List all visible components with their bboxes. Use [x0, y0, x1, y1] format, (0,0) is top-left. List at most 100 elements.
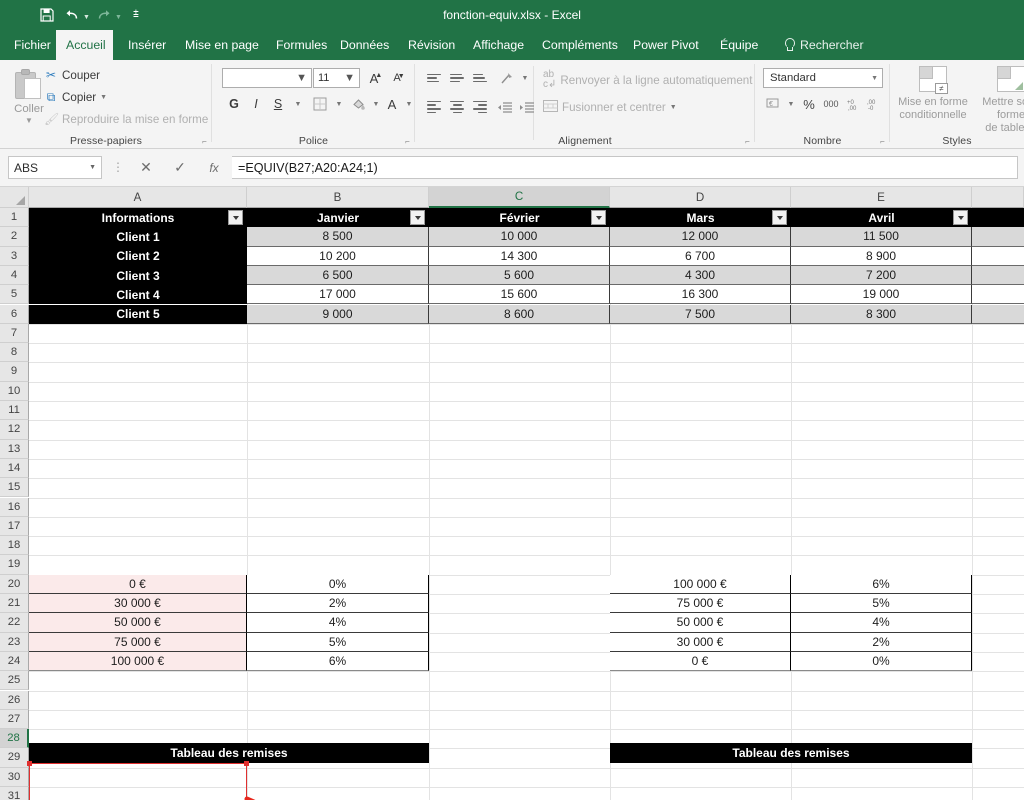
column-header-a[interactable]: A: [29, 187, 247, 208]
cell-F1[interactable]: [972, 208, 1024, 228]
filter-button-mars[interactable]: [772, 210, 787, 225]
column-header-c[interactable]: C: [429, 187, 610, 208]
cell-right-rate-22[interactable]: 4%: [791, 613, 972, 633]
align-left-button[interactable]: [425, 98, 444, 116]
cell-left-amount-20[interactable]: 0 €: [29, 574, 247, 594]
tab-equipe[interactable]: Équipe: [710, 30, 762, 60]
increase-indent-button[interactable]: [517, 98, 537, 118]
chevron-down-icon[interactable]: ▼: [89, 164, 96, 171]
row-header-12[interactable]: 12: [0, 420, 29, 440]
select-all-corner[interactable]: [0, 187, 29, 208]
tab-accueil[interactable]: Accueil: [56, 30, 113, 60]
cell-right-amount-21[interactable]: 75 000 €: [610, 594, 791, 614]
row-header-11[interactable]: 11: [0, 401, 29, 421]
row-header-3[interactable]: 3: [0, 246, 29, 266]
cell-B1[interactable]: Janvier: [247, 208, 429, 228]
font-size-input[interactable]: 11 ▼: [313, 68, 360, 88]
row-header-29[interactable]: 29: [0, 748, 29, 768]
cell-right-amount-20[interactable]: 100 000 €: [610, 574, 791, 594]
cell-D6[interactable]: 7 500: [610, 304, 791, 324]
cell-F4[interactable]: [972, 265, 1024, 286]
cell-E4[interactable]: 7 200: [791, 265, 972, 286]
cell-C1[interactable]: Février: [429, 208, 610, 228]
column-header-e[interactable]: E: [791, 187, 972, 208]
cell-left-amount-24[interactable]: 100 000 €: [29, 651, 247, 672]
row-header-22[interactable]: 22: [0, 613, 29, 633]
tab-fichier[interactable]: Fichier: [4, 30, 52, 60]
cell-D19-title-right[interactable]: Tableau des remises: [610, 743, 972, 763]
undo-dropdown-icon[interactable]: ▼: [83, 9, 90, 21]
range-handle-tr[interactable]: [244, 761, 249, 766]
cell-left-rate-24[interactable]: 6%: [247, 651, 429, 672]
insert-function-button[interactable]: fx: [200, 156, 228, 179]
row-header-10[interactable]: 10: [0, 381, 29, 401]
cell-D5[interactable]: 16 300: [610, 285, 791, 305]
undo-icon[interactable]: [61, 5, 83, 25]
customize-qat-icon[interactable]: ⩲: [125, 5, 147, 25]
cell-E3[interactable]: 8 900: [791, 246, 972, 266]
row-header-8[interactable]: 8: [0, 343, 29, 363]
cell-left-amount-21[interactable]: 30 000 €: [29, 594, 247, 614]
tab-mise-en-page[interactable]: Mise en page: [175, 30, 260, 60]
borders-dropdown-icon[interactable]: ▼: [329, 94, 349, 114]
cell-E2[interactable]: 11 500: [791, 227, 972, 247]
cell-F3[interactable]: [972, 246, 1024, 266]
cell-A6[interactable]: Client 5: [29, 304, 247, 324]
font-name-input[interactable]: ▼: [222, 68, 312, 88]
row-header-25[interactable]: 25: [0, 671, 29, 691]
italic-button[interactable]: I: [246, 94, 266, 114]
cell-C3[interactable]: 14 300: [429, 246, 610, 266]
percent-format-button[interactable]: %: [799, 94, 819, 114]
row-header-16[interactable]: 16: [0, 497, 29, 517]
row-header-18[interactable]: 18: [0, 536, 29, 556]
cell-B3[interactable]: 10 200: [247, 246, 429, 266]
orientation-button[interactable]: [497, 68, 517, 88]
row-header-26[interactable]: 26: [0, 690, 29, 710]
spreadsheet-grid[interactable]: A B C D E 1 2 3 4 5 6 7 8 9 10 11 12 13 14 15 16 17 18 19 2…: [0, 187, 1024, 800]
align-right-button[interactable]: [471, 98, 490, 116]
tab-formules[interactable]: Formules: [266, 30, 327, 60]
row-header-15[interactable]: 15: [0, 478, 29, 498]
row-header-21[interactable]: 21: [0, 594, 29, 614]
cell-A2[interactable]: Client 1: [29, 227, 247, 247]
cell-right-amount-23[interactable]: 30 000 €: [610, 632, 791, 652]
merge-center-button[interactable]: Fusionner et centrer ▼: [543, 100, 677, 115]
orientation-dropdown-icon[interactable]: ▼: [515, 68, 535, 88]
column-header-b[interactable]: B: [247, 187, 429, 208]
cell-C5[interactable]: 15 600: [429, 285, 610, 305]
cell-F2[interactable]: [972, 227, 1024, 247]
cell-left-rate-20[interactable]: 0%: [247, 574, 429, 594]
cell-D2[interactable]: 12 000: [610, 227, 791, 247]
tab-complements[interactable]: Compléments: [532, 30, 618, 60]
row-header-4[interactable]: 4: [0, 265, 29, 286]
underline-dropdown-icon[interactable]: ▼: [288, 94, 308, 114]
tab-power-pivot[interactable]: Power Pivot: [623, 30, 699, 60]
bold-button[interactable]: G: [224, 94, 244, 114]
cell-right-rate-20[interactable]: 6%: [791, 574, 972, 594]
increase-decimal-button[interactable]: +0,00: [845, 94, 865, 114]
row-header-9[interactable]: 9: [0, 362, 29, 382]
thousands-separator-button[interactable]: 000: [821, 94, 841, 114]
paste-dropdown-icon[interactable]: ▼: [25, 116, 33, 125]
number-format-select[interactable]: Standard ▼: [763, 68, 883, 88]
cell-A19-title-left[interactable]: Tableau des remises: [29, 743, 429, 763]
name-box[interactable]: ABS ▼: [8, 156, 102, 179]
decrease-font-size-button[interactable]: A ▼: [387, 68, 407, 88]
formula-input[interactable]: =EQUIV(B27;A20:A24;1): [232, 156, 1018, 179]
decrease-indent-button[interactable]: [495, 98, 515, 118]
row-header-31[interactable]: 31: [0, 787, 29, 800]
row-header-28[interactable]: 28: [0, 729, 29, 749]
wrap-text-button[interactable]: ab c↲ Renvoyer à la ligne automatiquement: [543, 70, 752, 90]
conditional-formatting-button[interactable]: ≠ Mise en forme conditionnelle: [896, 66, 970, 122]
save-icon[interactable]: [36, 5, 58, 25]
column-header-f[interactable]: [972, 187, 1024, 208]
confirm-formula-button[interactable]: ✓: [166, 156, 194, 179]
filter-button-janvier[interactable]: [410, 210, 425, 225]
filter-button-fevrier[interactable]: [591, 210, 606, 225]
filter-button-avril[interactable]: [953, 210, 968, 225]
currency-format-button[interactable]: €: [763, 94, 783, 114]
row-header-23[interactable]: 23: [0, 632, 29, 652]
chevron-down-icon[interactable]: ▼: [296, 72, 307, 84]
row-header-19[interactable]: 19: [0, 555, 29, 575]
clipboard-dialog-launcher[interactable]: ⌐: [200, 137, 209, 146]
